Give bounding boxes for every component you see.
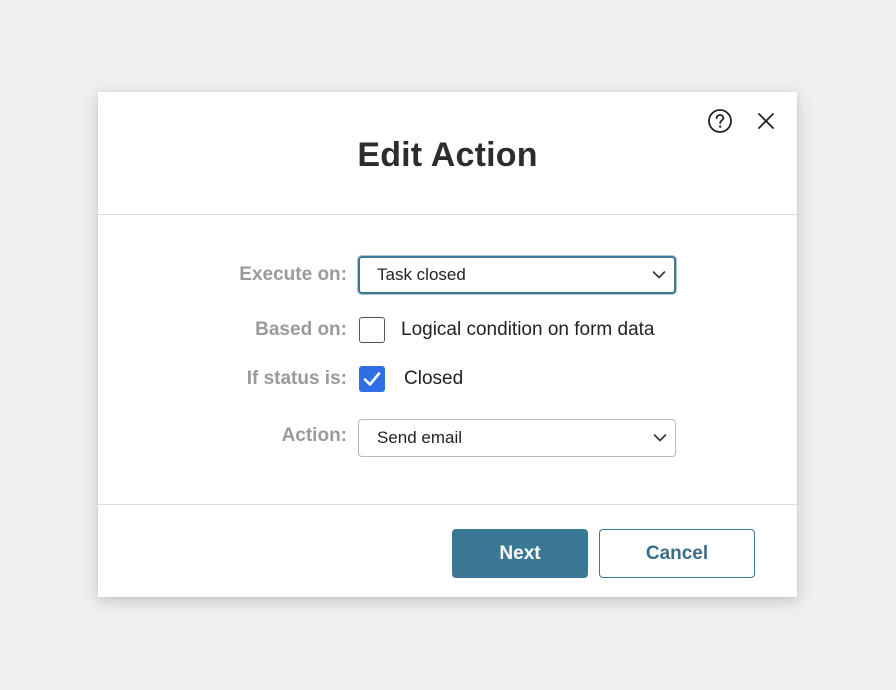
close-button[interactable] [752,107,780,135]
dialog-title: Edit Action [357,136,538,174]
chevron-down-icon [652,271,666,279]
execute-on-label: Execute on: [239,264,347,285]
execute-on-select[interactable]: Task closed [358,256,676,294]
cancel-button[interactable]: Cancel [599,529,755,578]
close-icon [758,113,774,129]
status-closed-checkbox[interactable] [359,366,385,392]
next-button[interactable]: Next [452,529,588,578]
action-row: Action: Send email [98,416,797,457]
execute-on-value: Task closed [377,265,466,284]
help-circle-icon [708,109,732,133]
based-on-label: Based on: [255,319,347,340]
if-status-label: If status is: [246,368,347,389]
chevron-down-icon [653,434,667,442]
footer-divider [98,504,797,505]
header-divider [98,214,797,215]
checkmark-icon [363,372,381,386]
action-value: Send email [377,428,463,447]
action-label: Action: [281,425,347,446]
based-on-option-label: Logical condition on form data [401,319,655,340]
help-button[interactable] [706,107,734,135]
based-on-checkbox[interactable] [359,317,385,343]
based-on-row: Based on: Logical condition on form data [98,310,797,350]
edit-action-dialog: Edit Action Execute on: Task closed Base… [98,92,797,597]
execute-on-row: Execute on: Task closed [98,255,797,295]
status-closed-label: Closed [404,368,464,389]
if-status-row: If status is: Closed [98,359,797,399]
action-select[interactable]: Send email [358,419,676,457]
dialog-header: Edit Action [98,92,797,214]
